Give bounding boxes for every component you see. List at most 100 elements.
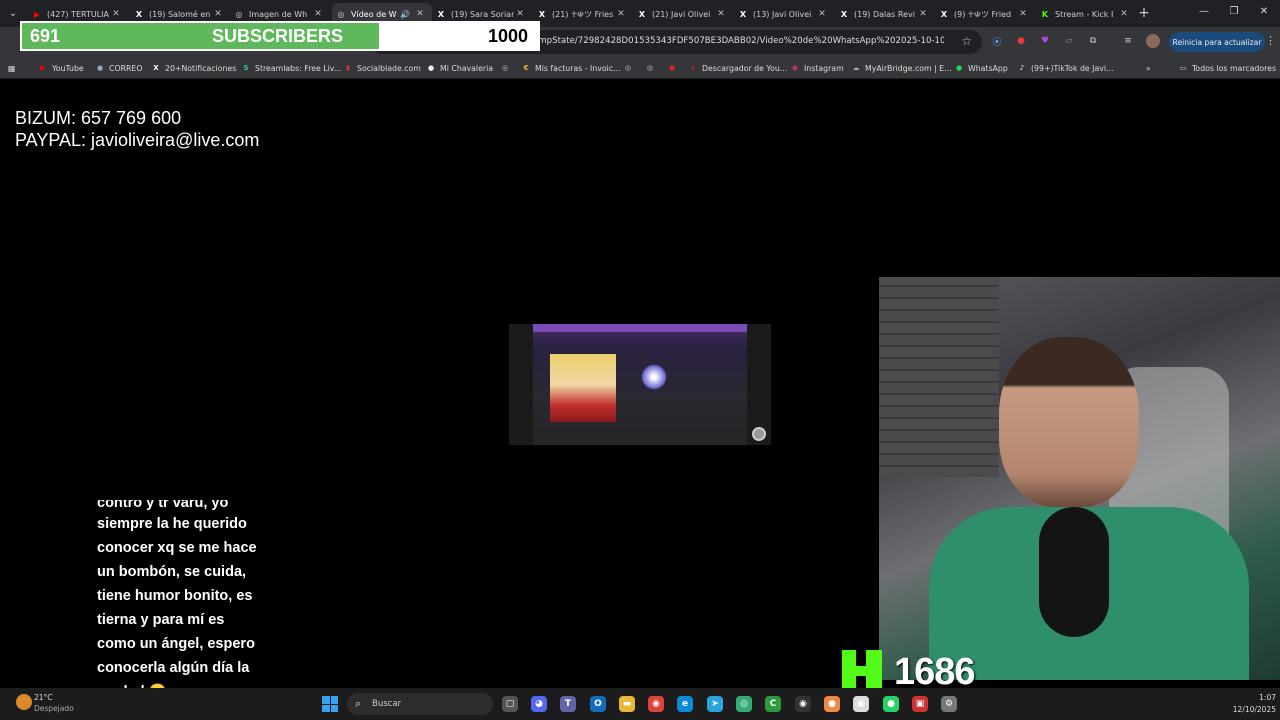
- bookmark-item[interactable]: ☁ MyAirBridge.com | E...: [851, 60, 952, 76]
- obs-icon[interactable]: ◉: [795, 696, 811, 712]
- update-button[interactable]: Reinicia para actualizar: [1169, 32, 1265, 52]
- chat-line: conocerla algún día la: [97, 660, 250, 676]
- x-icon: X: [940, 9, 948, 19]
- bookmark-label: CORREO: [109, 63, 143, 73]
- tab-title: (19) Salomé en: [149, 9, 211, 19]
- whatsapp-taskbar-icon[interactable]: ●: [883, 696, 899, 712]
- new-tab-button[interactable]: +: [1137, 5, 1151, 21]
- bookmark-item[interactable]: € Mis facturas - Invoic...: [521, 60, 621, 76]
- bizum-text: BIZUM: 657 769 600: [15, 108, 182, 128]
- streamer-head: [999, 337, 1139, 507]
- globe-icon: ◎: [337, 9, 345, 19]
- extension-icon[interactable]: ●: [1014, 34, 1028, 48]
- close-tab-icon[interactable]: ✕: [212, 9, 224, 19]
- globe-icon: ◎: [235, 9, 243, 19]
- snipping-icon[interactable]: ▣: [912, 696, 928, 712]
- close-tab-icon[interactable]: ✕: [715, 9, 727, 19]
- extensions-puzzle-icon[interactable]: ⧉: [1086, 34, 1100, 48]
- weather-description: Despejado: [34, 704, 74, 713]
- tab-title: (9) ☥☫ツ Fried: [954, 9, 1012, 19]
- bookmark-item[interactable]: ↓ Descargador de You...: [688, 60, 787, 76]
- tab-title: Imagen de Wh: [249, 9, 308, 19]
- settings-icon[interactable]: ⚙: [941, 696, 957, 712]
- weather-icon[interactable]: [16, 694, 32, 710]
- extension-icon[interactable]: ♥: [1038, 34, 1052, 48]
- network-icon[interactable]: ◎: [736, 696, 752, 712]
- speaker-icon[interactable]: 🔊: [400, 10, 410, 19]
- camtasia-icon[interactable]: C: [765, 696, 781, 712]
- bookmark-item[interactable]: ● Mi Chavaleria: [426, 60, 493, 76]
- chat-line: un bombón, se cuida,: [97, 564, 247, 580]
- bookmark-item[interactable]: ♪ (99+)TikTok de Javi...: [1017, 60, 1114, 76]
- thumbnail-frame: [533, 324, 747, 445]
- apps-grid-icon[interactable]: ▦: [8, 60, 15, 76]
- bookmark-item[interactable]: ◎: [500, 60, 514, 76]
- close-tab-icon[interactable]: ✕: [1017, 9, 1029, 19]
- tab-search-icon[interactable]: ⌄: [4, 4, 22, 22]
- close-tab-icon[interactable]: ✕: [514, 9, 526, 19]
- reading-list-icon[interactable]: ≡: [1121, 34, 1135, 48]
- bookmark-item[interactable]: ●: [667, 60, 681, 76]
- video-thumbnail[interactable]: [509, 324, 771, 445]
- bookmark-item[interactable]: ▶ YouTube: [38, 60, 83, 76]
- close-window-icon[interactable]: ✕: [1257, 6, 1271, 20]
- tab[interactable]: X (21) ☥☫ツ Fries ✕: [533, 3, 633, 25]
- bookmark-item[interactable]: X 20+Notificaciones: [151, 60, 236, 76]
- clock-date[interactable]: 12/10/2025: [1216, 705, 1276, 714]
- extension-icon[interactable]: ⦿: [990, 34, 1004, 48]
- bookmark-label: MyAirBridge.com | E...: [865, 63, 952, 73]
- tab[interactable]: X (13) Javi Olivei ✕: [734, 3, 834, 25]
- search-icon: ⌕: [355, 697, 362, 710]
- bookmark-item[interactable]: ● WhatsApp: [954, 60, 1008, 76]
- bookmark-item[interactable]: ◎: [623, 60, 637, 76]
- app-icon[interactable]: ●: [824, 696, 840, 712]
- chrome-icon[interactable]: ◉: [648, 696, 664, 712]
- mail-icon: ●: [96, 64, 104, 72]
- close-tab-icon[interactable]: ✕: [110, 9, 122, 19]
- thumbnail-strip: [533, 324, 747, 332]
- teams-icon[interactable]: T: [560, 696, 576, 712]
- tiktok-icon: ♪: [1019, 64, 1025, 72]
- close-tab-icon[interactable]: ✕: [816, 9, 828, 19]
- all-bookmarks-folder[interactable]: ▭ Todos los marcadores: [1178, 60, 1276, 76]
- bookmark-item[interactable]: S Streamlabs: Free Liv...: [241, 60, 341, 76]
- bookmark-item[interactable]: ▮ Socialblade.com: [343, 60, 421, 76]
- clock-time[interactable]: 1:07: [1226, 693, 1276, 702]
- thumbnail-button-icon[interactable]: [752, 427, 766, 441]
- restore-icon[interactable]: ❐: [1227, 6, 1241, 20]
- bookmark-item[interactable]: ◉ Instagram: [790, 60, 844, 76]
- taskbar: 21°C Despejado ⌕ Buscar ▢ ◕ T O ▬ ◉ e ➤ ◎ C ◉ ● ◉ ● ▣ ⚙…: [0, 688, 1280, 720]
- chat-line: conocer xq se me hace: [97, 540, 257, 556]
- bookmark-star-icon[interactable]: ☆: [961, 34, 972, 48]
- microphone: [1039, 507, 1109, 637]
- bookmark-item[interactable]: ◎: [645, 60, 659, 76]
- close-tab-icon[interactable]: ✕: [615, 9, 627, 19]
- tab-title: (427) TERTULIA: [47, 9, 110, 19]
- discord-icon[interactable]: ◕: [531, 696, 547, 712]
- tab[interactable]: K Stream - Kick I ✕: [1036, 3, 1136, 25]
- tab[interactable]: X (21) Javi Olivei ✕: [633, 3, 733, 25]
- media-icon[interactable]: ◉: [853, 696, 869, 712]
- start-button[interactable]: [322, 696, 338, 712]
- bookmark-label: 20+Notificaciones: [165, 63, 237, 73]
- outlook-icon[interactable]: O: [590, 696, 606, 712]
- close-tab-icon[interactable]: ✕: [312, 9, 324, 19]
- file-explorer-icon[interactable]: ▬: [619, 696, 635, 712]
- more-menu-icon[interactable]: ⋮: [1265, 34, 1276, 47]
- flag-icon: ●: [668, 64, 676, 72]
- profile-avatar[interactable]: [1146, 34, 1160, 48]
- taskbar-search[interactable]: ⌕ Buscar: [347, 693, 493, 715]
- tab[interactable]: X (9) ☥☫ツ Fried ✕: [935, 3, 1035, 25]
- minimize-icon[interactable]: —: [1197, 6, 1211, 20]
- edge-icon[interactable]: e: [677, 696, 693, 712]
- more-bookmarks-icon[interactable]: »: [1146, 60, 1151, 76]
- close-tab-icon[interactable]: ✕: [414, 9, 426, 19]
- extension-icon[interactable]: ▱: [1062, 34, 1076, 48]
- close-tab-icon[interactable]: ✕: [1118, 9, 1130, 19]
- tab-title: (21) ☥☫ツ Fries: [552, 9, 614, 19]
- close-tab-icon[interactable]: ✕: [917, 9, 929, 19]
- telegram-icon[interactable]: ➤: [707, 696, 723, 712]
- bookmark-item[interactable]: ● CORREO: [95, 60, 143, 76]
- tab[interactable]: X (19) Dalas Revi ✕: [835, 3, 935, 25]
- task-view-icon[interactable]: ▢: [502, 696, 518, 712]
